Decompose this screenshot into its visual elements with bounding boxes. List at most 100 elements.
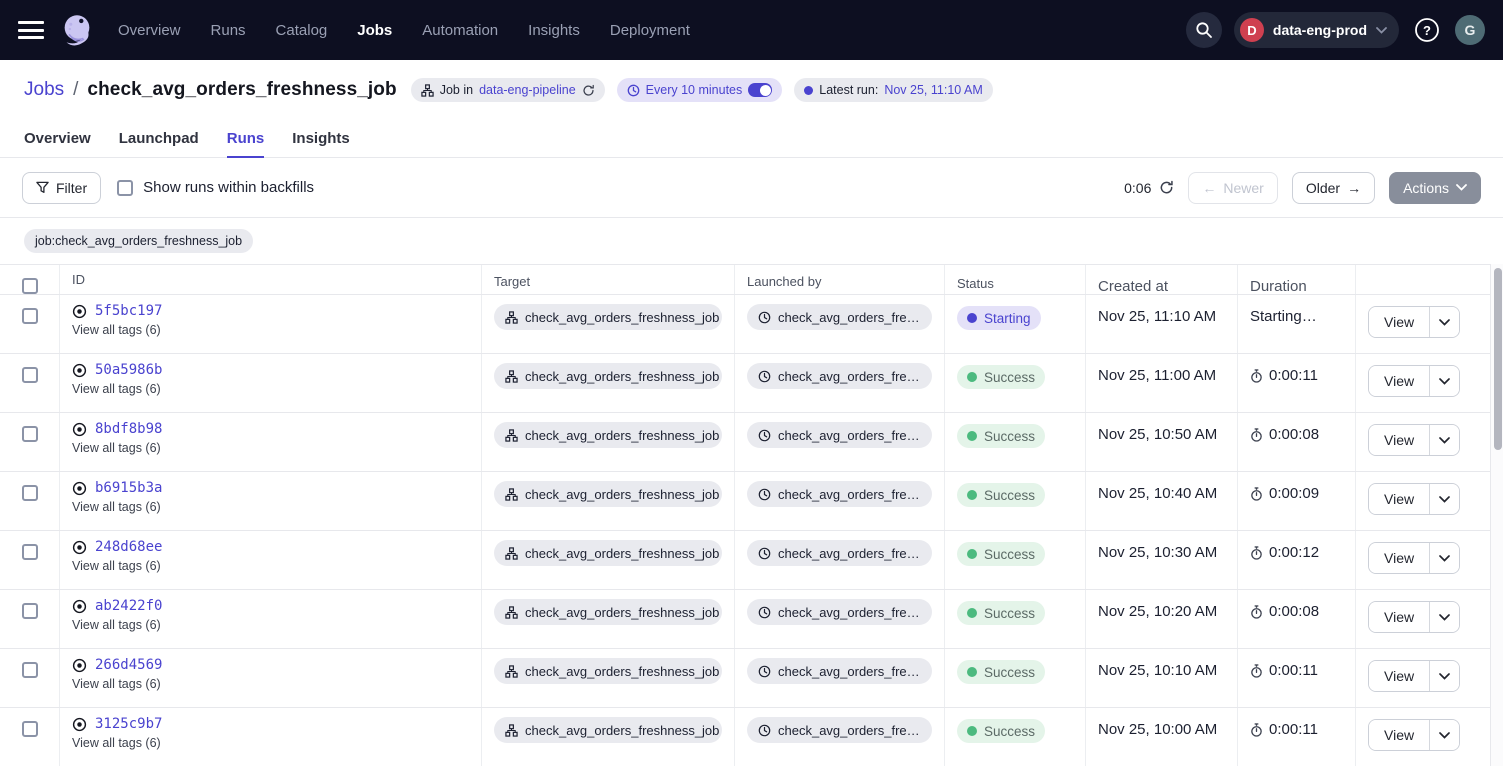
view-all-tags-link[interactable]: View all tags (6) <box>72 323 469 337</box>
row-checkbox[interactable] <box>22 367 38 383</box>
actions-button[interactable]: Actions <box>1389 172 1481 204</box>
run-id-link[interactable]: ab2422f0 <box>95 598 162 614</box>
nav-item-deployment[interactable]: Deployment <box>610 22 690 39</box>
run-id-link[interactable]: b6915b3a <box>95 480 162 496</box>
column-header-id: ID <box>60 265 482 294</box>
view-all-tags-link[interactable]: View all tags (6) <box>72 382 469 396</box>
view-button[interactable]: View <box>1369 602 1429 632</box>
view-dropdown-button[interactable] <box>1429 425 1459 455</box>
launched-by-pill[interactable]: check_avg_orders_freshn… <box>747 540 932 566</box>
view-button[interactable]: View <box>1369 425 1429 455</box>
view-button[interactable]: View <box>1369 366 1429 396</box>
nav-item-insights[interactable]: Insights <box>528 22 580 39</box>
pipeline-link[interactable]: data-eng-pipeline <box>479 83 576 97</box>
created-at-value: Nov 25, 10:10 AM <box>1086 649 1238 707</box>
row-checkbox[interactable] <box>22 308 38 324</box>
target-job-pill[interactable]: check_avg_orders_freshness_job <box>494 540 722 566</box>
run-id-link[interactable]: 3125c9b7 <box>95 716 162 732</box>
row-checkbox[interactable] <box>22 662 38 678</box>
sync-icon[interactable] <box>582 84 595 97</box>
hamburger-menu-icon[interactable] <box>18 21 44 39</box>
row-checkbox[interactable] <box>22 426 38 442</box>
launched-by-pill[interactable]: check_avg_orders_freshn… <box>747 422 932 448</box>
run-id-link[interactable]: 50a5986b <box>95 362 162 378</box>
launched-by-pill[interactable]: check_avg_orders_freshn… <box>747 658 932 684</box>
target-job-pill[interactable]: check_avg_orders_freshness_job <box>494 658 722 684</box>
view-dropdown-button[interactable] <box>1429 720 1459 750</box>
launched-by-pill[interactable]: check_avg_orders_freshn… <box>747 304 932 330</box>
nav-item-jobs[interactable]: Jobs <box>357 22 392 39</box>
tab-overview[interactable]: Overview <box>24 120 91 157</box>
active-filters-row: job:check_avg_orders_freshness_job <box>0 218 1503 264</box>
view-button[interactable]: View <box>1369 543 1429 573</box>
view-all-tags-link[interactable]: View all tags (6) <box>72 736 469 750</box>
table-row: 50a5986b View all tags (6) check_avg_ord… <box>0 354 1490 413</box>
view-dropdown-button[interactable] <box>1429 661 1459 691</box>
view-all-tags-link[interactable]: View all tags (6) <box>72 500 469 514</box>
workspace-switcher[interactable]: D data-eng-prod <box>1234 12 1399 48</box>
nav-item-runs[interactable]: Runs <box>211 22 246 39</box>
view-button[interactable]: View <box>1369 661 1429 691</box>
run-id-link[interactable]: 266d4569 <box>95 657 162 673</box>
schedule-toggle[interactable] <box>748 83 772 97</box>
search-button[interactable] <box>1186 12 1222 48</box>
duration-cell: 0:00:11 <box>1238 649 1356 707</box>
vertical-scrollbar[interactable] <box>1490 264 1503 766</box>
row-checkbox[interactable] <box>22 721 38 737</box>
select-all-checkbox[interactable] <box>22 278 38 294</box>
dagster-logo[interactable] <box>58 11 96 49</box>
launched-by-pill[interactable]: check_avg_orders_freshn… <box>747 717 932 743</box>
older-button[interactable]: Older → <box>1292 172 1375 204</box>
view-all-tags-link[interactable]: View all tags (6) <box>72 441 469 455</box>
tab-runs[interactable]: Runs <box>227 120 265 157</box>
launched-by-pill[interactable]: check_avg_orders_freshn… <box>747 481 932 507</box>
run-target-icon <box>72 481 87 496</box>
view-button[interactable]: View <box>1369 307 1429 337</box>
view-all-tags-link[interactable]: View all tags (6) <box>72 559 469 573</box>
view-all-tags-link[interactable]: View all tags (6) <box>72 618 469 632</box>
target-job-pill[interactable]: check_avg_orders_freshness_job <box>494 481 722 507</box>
run-id-link[interactable]: 8bdf8b98 <box>95 421 162 437</box>
run-id-link[interactable]: 248d68ee <box>95 539 162 555</box>
help-button[interactable]: ? <box>1411 14 1443 46</box>
launched-by-pill[interactable]: check_avg_orders_freshn… <box>747 599 932 625</box>
view-dropdown-button[interactable] <box>1429 602 1459 632</box>
latest-run-link[interactable]: Nov 25, 11:10 AM <box>884 83 982 97</box>
refresh-icon[interactable] <box>1159 180 1174 195</box>
view-dropdown-button[interactable] <box>1429 307 1459 337</box>
refresh-countdown: 0:06 <box>1124 180 1174 196</box>
table-row: 5f5bc197 View all tags (6) check_avg_ord… <box>0 295 1490 354</box>
job-filter-tag[interactable]: job:check_avg_orders_freshness_job <box>24 229 253 253</box>
job-graph-icon <box>505 606 518 619</box>
target-job-pill[interactable]: check_avg_orders_freshness_job <box>494 717 722 743</box>
view-button[interactable]: View <box>1369 720 1429 750</box>
launched-by-pill[interactable]: check_avg_orders_freshn… <box>747 363 932 389</box>
target-job-pill[interactable]: check_avg_orders_freshness_job <box>494 363 722 389</box>
nav-item-overview[interactable]: Overview <box>118 22 181 39</box>
nav-item-automation[interactable]: Automation <box>422 22 498 39</box>
tab-insights[interactable]: Insights <box>292 120 350 157</box>
filter-button[interactable]: Filter <box>22 172 101 204</box>
view-button[interactable]: View <box>1369 484 1429 514</box>
row-checkbox[interactable] <box>22 544 38 560</box>
tab-launchpad[interactable]: Launchpad <box>119 120 199 157</box>
target-job-pill[interactable]: check_avg_orders_freshness_job <box>494 304 722 330</box>
view-dropdown-button[interactable] <box>1429 366 1459 396</box>
newer-button[interactable]: ← Newer <box>1188 172 1277 204</box>
run-id-link[interactable]: 5f5bc197 <box>95 303 162 319</box>
row-checkbox[interactable] <box>22 603 38 619</box>
breadcrumb-jobs-link[interactable]: Jobs <box>24 79 64 101</box>
stopwatch-icon <box>1250 546 1263 560</box>
job-location-text: Job in <box>440 83 473 97</box>
nav-item-catalog[interactable]: Catalog <box>276 22 328 39</box>
view-dropdown-button[interactable] <box>1429 484 1459 514</box>
row-checkbox[interactable] <box>22 485 38 501</box>
target-job-pill[interactable]: check_avg_orders_freshness_job <box>494 422 722 448</box>
backfills-checkbox[interactable] <box>117 180 133 196</box>
user-avatar[interactable]: G <box>1455 15 1485 45</box>
job-graph-icon <box>505 724 518 737</box>
scrollbar-thumb[interactable] <box>1494 268 1502 450</box>
target-job-pill[interactable]: check_avg_orders_freshness_job <box>494 599 722 625</box>
view-all-tags-link[interactable]: View all tags (6) <box>72 677 469 691</box>
view-dropdown-button[interactable] <box>1429 543 1459 573</box>
